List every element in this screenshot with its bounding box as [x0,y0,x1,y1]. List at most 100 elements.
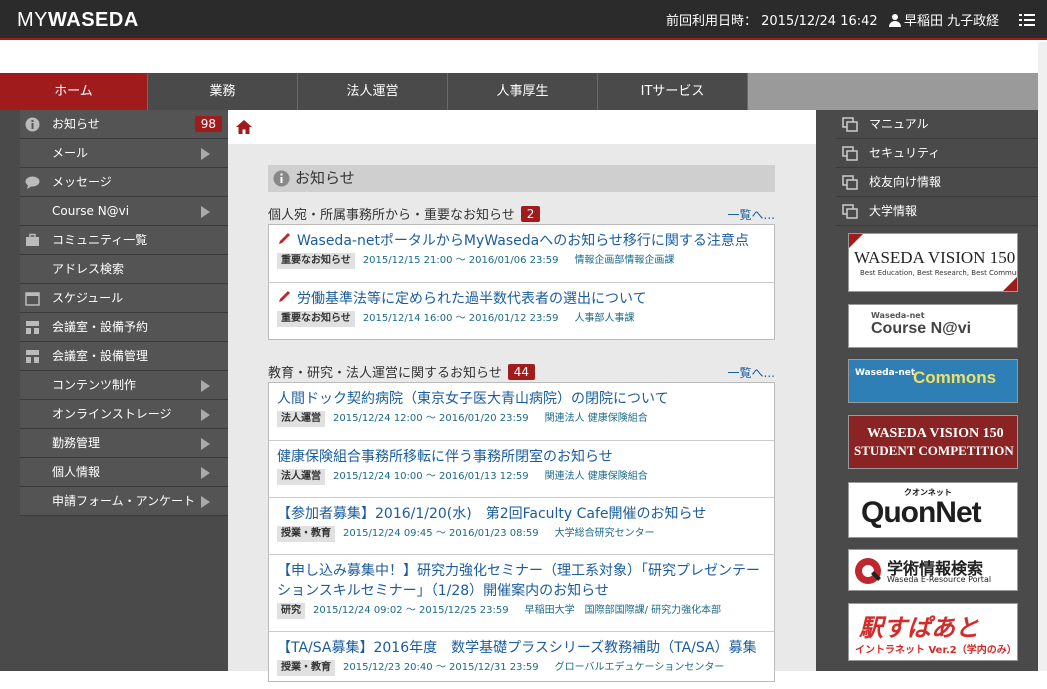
link-alumni-info[interactable]: 校友向け情報 [836,168,1047,197]
sidebar-item-content-creation[interactable]: コンテンツ制作 [20,371,228,400]
notice-item[interactable]: 【参加者募集】2016/1/20(水) 第2回Faculty Cafe開催のお知… [269,498,774,555]
notice-title[interactable]: 【TA/SA募集】2016年度 数学基礎プラスシリーズ教務補助（TA/SA）募集 [277,640,757,656]
notice-date: 2015/12/24 10:00 ～ 2016/01/13 12:59 [333,471,529,482]
notice-item[interactable]: 人間ドック契約病院（東京女子医大青山病院）の閉院について 法人運営 2015/12… [269,383,774,441]
sidebar-item-notices[interactable]: お知らせ 98 [20,110,228,139]
tab-home[interactable]: ホーム [0,73,148,110]
notice-dept: グローバルエデュケーションセンター [554,662,725,673]
list-menu-icon[interactable] [1019,13,1035,27]
chevron-right-icon [201,380,210,392]
corner-decoration [849,234,863,248]
notice-date: 2015/12/24 09:45 ～ 2016/01/23 08:59 [343,528,539,539]
group-heading-education: 教育・研究・法人運営に関するお知らせ 44 一覧へ... [268,364,775,381]
notice-title[interactable]: 健康保険組合事務所移転に伴う事務所閉室のお知らせ [277,449,613,465]
banner-waseda-vision-150[interactable]: WASEDA VISION 150 Best Education, Best R… [848,233,1018,292]
notice-item[interactable]: 健康保険組合事務所移転に伴う事務所閉室のお知らせ 法人運営 2015/12/24 … [269,441,774,498]
page-scrollbar[interactable] [1038,42,1047,671]
banner-quonnet[interactable]: クオンネット QuonNet [848,482,1018,538]
user-menu[interactable]: 早稲田 九子政経 [888,10,999,29]
chevron-right-icon [201,409,210,421]
notice-date: 2015/12/24 09:02 ～ 2015/12/25 23:59 [313,605,509,616]
sidebar-item-online-storage[interactable]: オンラインストレージ [20,400,228,429]
sidebar-item-room-management[interactable]: 会議室・設備管理 [20,342,228,371]
banner-ekispert[interactable]: 駅すぱあと イントラネット Ver.2（学内のみ） [848,603,1018,661]
category-tag: 授業・教育 [277,526,335,542]
notice-item[interactable]: 【申し込み募集中！】研究力強化セミナー（理工系対象）「研究プレゼンテーションスキ… [269,555,774,632]
info-icon [273,170,290,187]
chevron-right-icon [201,148,210,160]
section-title: お知らせ [268,165,775,192]
home-icon[interactable] [236,120,252,134]
notice-dept: 関連法人 健康保険組合 [544,413,648,424]
sidebar-item-mail[interactable]: メール [20,139,228,168]
building-icon [26,350,39,363]
banner-course-navi[interactable]: Waseda-net Course N@vi [848,304,1018,348]
sidebar-item-attendance[interactable]: 勤務管理 [20,429,228,458]
notice-date: 2015/12/14 16:00 ～ 2016/01/12 23:59 [362,313,559,324]
tab-hr[interactable]: 人事厚生 [448,73,598,110]
mywaseda-logo[interactable]: MYWASEDA [17,9,139,32]
notice-date: 2015/12/23 20:40 ～ 2015/12/31 23:59 [343,662,539,673]
tab-it-services[interactable]: ITサービス [598,73,748,110]
external-window-icon [842,117,858,132]
view-all-link[interactable]: 一覧へ... [728,364,775,381]
user-name: 早稲田 九子政経 [904,14,1000,29]
count-badge: 44 [507,364,536,380]
banner-student-competition[interactable]: WASEDA VISION 150 STUDENT COMPETITION [848,415,1018,469]
sidebar-item-forms-surveys[interactable]: 申請フォーム・アンケート [20,487,228,516]
category-tag: 授業・教育 [277,660,335,676]
notice-title[interactable]: 【申し込み募集中！】研究力強化セミナー（理工系対象）「研究プレゼンテーションスキ… [277,563,760,599]
building-icon [26,321,39,334]
chevron-right-icon [201,206,210,218]
group-heading-personal: 個人宛・所属事務所から・重要なお知らせ 2 一覧へ... [268,206,775,223]
header-spacer [0,42,1047,73]
notice-list-education: 人間ドック契約病院（東京女子医大青山病院）の閉院について 法人運営 2015/12… [268,382,775,682]
notice-date: 2015/12/15 21:00 ～ 2016/01/06 23:59 [362,255,559,266]
category-tag: 研究 [277,603,305,619]
count-badge: 2 [520,206,541,222]
chevron-right-icon [201,496,210,508]
notice-title[interactable]: Waseda-netポータルからMyWasedaへのお知らせ移行に関する注意点 [297,233,749,249]
category-tag: 法人運営 [277,469,325,485]
tab-business[interactable]: 業務 [148,73,298,110]
notice-item[interactable]: 労働基準法等に定められた過半数代表者の選出について 重要なお知らせ 2015/12… [269,283,774,340]
sidebar-item-schedule[interactable]: スケジュール [20,284,228,313]
banner-e-resource-portal[interactable]: 学術情報検索 Waseda E-Resource Portal [848,549,1018,591]
category-tag: 法人運営 [277,411,325,427]
notice-item[interactable]: Waseda-netポータルからMyWasedaへのお知らせ移行に関する注意点 … [269,225,774,283]
link-university-info[interactable]: 大学情報 [836,197,1047,226]
sidebar-item-room-reservation[interactable]: 会議室・設備予約 [20,313,228,342]
notice-item[interactable]: 【TA/SA募集】2016年度 数学基礎プラスシリーズ教務補助（TA/SA）募集… [269,632,774,689]
notice-title[interactable]: 人間ドック契約病院（東京女子医大青山病院）の閉院について [277,391,669,407]
category-tag: 重要なお知らせ [277,311,355,327]
unread-count-badge: 98 [194,116,222,132]
link-security[interactable]: セキュリティ [836,139,1047,168]
notice-title[interactable]: 【参加者募集】2016/1/20(水) 第2回Faculty Cafe開催のお知… [277,506,706,522]
main-content: お知らせ 個人宛・所属事務所から・重要なお知らせ 2 一覧へ... Waseda-… [228,110,816,682]
breadcrumb [228,110,816,144]
external-window-icon [842,146,858,161]
main-tabs: ホーム 業務 法人運営 人事厚生 ITサービス [0,73,1047,110]
tab-corporate[interactable]: 法人運営 [298,73,448,110]
calendar-icon [25,292,40,306]
external-window-icon [842,204,858,219]
sidebar-item-personal-info[interactable]: 個人情報 [20,458,228,487]
notice-title[interactable]: 労働基準法等に定められた過半数代表者の選出について [297,291,647,307]
banner-commons[interactable]: Waseda-net Commons [848,359,1018,403]
notice-dept: 大学総合研究センター [554,528,655,539]
info-icon [25,117,40,132]
sidebar-item-address-search[interactable]: アドレス検索 [20,255,228,284]
sidebar-item-communities[interactable]: コミュニティ一覧 [20,226,228,255]
corner-decoration [1003,277,1017,291]
notice-dept: 早稲田大学 国際部国際課/ 研究力強化本部 [524,605,722,616]
speech-bubble-icon [25,176,40,189]
pen-icon [279,233,290,244]
sidebar-item-course-navi[interactable]: Course N@vi [20,197,228,226]
top-bar: MYWASEDA 前回利用日時： 2015/12/24 16:42 早稲田 九子… [0,0,1047,40]
view-all-link[interactable]: 一覧へ... [728,206,775,223]
chevron-right-icon [201,467,210,479]
sidebar-item-messages[interactable]: メッセージ [20,168,228,197]
notice-dept: 情報企画部情報企画課 [574,255,675,266]
link-manual[interactable]: マニュアル [836,110,1047,139]
external-window-icon [842,175,858,190]
